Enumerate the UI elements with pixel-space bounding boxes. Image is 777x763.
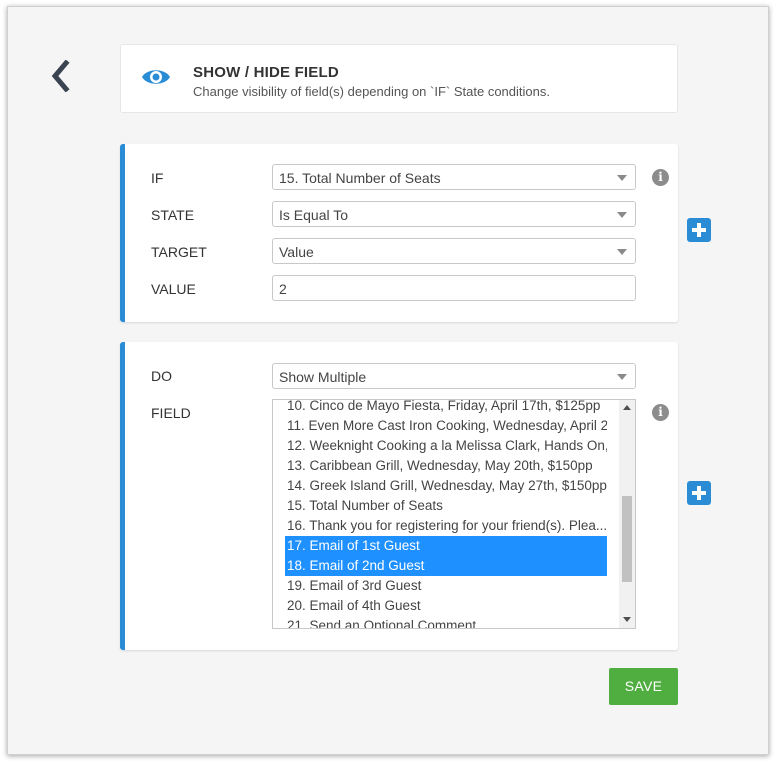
state-select-value: Is Equal To bbox=[279, 207, 349, 223]
eye-icon bbox=[141, 66, 171, 93]
add-condition-button[interactable] bbox=[687, 218, 711, 242]
page-subtitle: Change visibility of field(s) depending … bbox=[193, 84, 550, 99]
state-select[interactable]: Is Equal To bbox=[272, 201, 636, 227]
list-item[interactable]: 11. Even More Cast Iron Cooking, Wednesd… bbox=[273, 416, 607, 436]
list-item[interactable]: 10. Cinco de Mayo Fiesta, Friday, April … bbox=[273, 400, 607, 416]
condition-card: IF 15. Total Number of Seats i STATE Is … bbox=[120, 144, 678, 322]
action-card: DO Show Multiple FIELD 10. Cinco de Mayo… bbox=[120, 342, 678, 650]
list-item[interactable]: 18. Email of 2nd Guest bbox=[285, 556, 607, 576]
list-item[interactable]: 20. Email of 4th Guest bbox=[273, 596, 607, 616]
list-item[interactable]: 16. Thank you for registering for your f… bbox=[273, 516, 607, 536]
field-list: 10. Cinco de Mayo Fiesta, Friday, April … bbox=[273, 400, 607, 628]
save-button[interactable]: SAVE bbox=[609, 668, 678, 705]
list-item[interactable]: 12. Weeknight Cooking a la Melissa Clark… bbox=[273, 436, 607, 456]
header-card: SHOW / HIDE FIELD Change visibility of f… bbox=[120, 44, 678, 113]
list-item[interactable]: 13. Caribbean Grill, Wednesday, May 20th… bbox=[273, 456, 607, 476]
caret-down-icon bbox=[617, 212, 627, 218]
value-label: VALUE bbox=[151, 281, 196, 297]
list-item[interactable]: 14. Greek Island Grill, Wednesday, May 2… bbox=[273, 476, 607, 496]
back-button[interactable] bbox=[44, 58, 76, 94]
list-item[interactable]: 19. Email of 3rd Guest bbox=[273, 576, 607, 596]
scrollbar[interactable] bbox=[619, 400, 635, 628]
list-item[interactable]: 17. Email of 1st Guest bbox=[285, 536, 607, 556]
target-select-value: Value bbox=[279, 244, 314, 260]
if-select[interactable]: 15. Total Number of Seats bbox=[272, 164, 636, 190]
target-label: TARGET bbox=[151, 244, 207, 260]
info-icon[interactable]: i bbox=[652, 404, 669, 421]
info-icon[interactable]: i bbox=[652, 169, 669, 186]
caret-down-icon bbox=[617, 374, 627, 380]
scroll-up-icon[interactable] bbox=[623, 405, 631, 410]
state-label: STATE bbox=[151, 207, 195, 223]
chevron-left-icon bbox=[51, 60, 70, 92]
caret-down-icon bbox=[617, 249, 627, 255]
page-title: SHOW / HIDE FIELD bbox=[193, 64, 339, 81]
do-select[interactable]: Show Multiple bbox=[272, 363, 636, 389]
scroll-down-icon[interactable] bbox=[623, 617, 631, 622]
list-item[interactable]: 15. Total Number of Seats bbox=[273, 496, 607, 516]
do-select-value: Show Multiple bbox=[279, 369, 367, 385]
caret-down-icon bbox=[617, 175, 627, 181]
value-input[interactable]: 2 bbox=[272, 275, 636, 301]
field-multiselect[interactable]: 10. Cinco de Mayo Fiesta, Friday, April … bbox=[272, 399, 636, 629]
if-select-value: 15. Total Number of Seats bbox=[279, 170, 441, 186]
do-label: DO bbox=[151, 368, 172, 384]
scrollbar-thumb[interactable] bbox=[622, 496, 632, 582]
field-label: FIELD bbox=[151, 405, 191, 421]
target-select[interactable]: Value bbox=[272, 238, 636, 264]
list-item[interactable]: 21. Send an Optional Comment bbox=[273, 616, 607, 628]
if-label: IF bbox=[151, 170, 164, 186]
add-action-button[interactable] bbox=[687, 481, 711, 505]
